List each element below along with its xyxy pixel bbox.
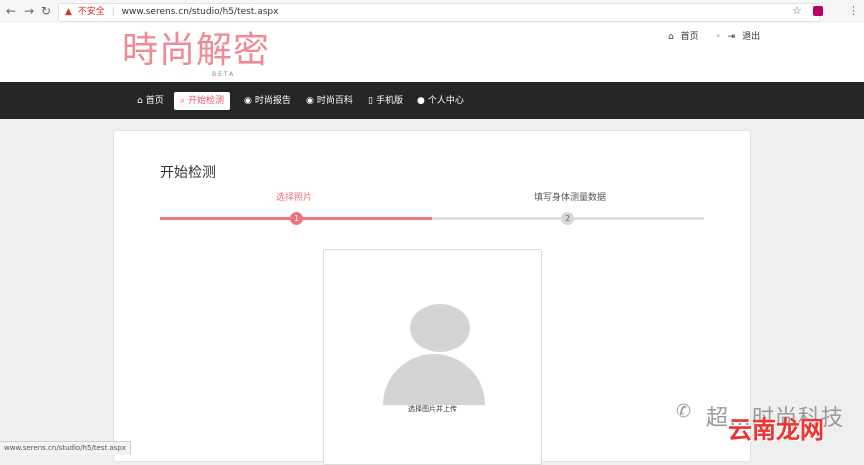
nav-item-fashion-report[interactable]: ◉ 时尚报告	[244, 93, 291, 110]
back-icon[interactable]: ←	[6, 4, 16, 18]
reload-icon[interactable]: ↻	[41, 4, 51, 18]
step-2-indicator: 2	[561, 212, 574, 225]
search-icon: ⌕	[180, 96, 186, 106]
step-2-label: 填写身体测量数据	[534, 193, 607, 203]
nav-item-label: 时尚百科	[316, 96, 353, 106]
home-link[interactable]: ⌂ 首页	[668, 29, 703, 42]
nav-item-label: 首页	[145, 96, 164, 106]
step-1-indicator: 1	[290, 212, 303, 225]
home-icon: ⌂	[668, 32, 674, 42]
main-nav: ⌂ 首页 ⌕ 开始检测 ◉ 时尚报告 ◉ 时尚百科 ▯ 手机版 ● 个人中心	[0, 82, 864, 119]
user-icon: ●	[417, 96, 425, 106]
extension-icon[interactable]	[813, 6, 823, 16]
watermark-overlay: 云南龙网	[728, 416, 824, 444]
logo-beta-label: BETA	[212, 71, 236, 78]
logout-icon: ⇥	[727, 32, 736, 42]
step-1-label: 选择照片	[276, 193, 313, 203]
avatar-placeholder-body	[383, 354, 485, 405]
avatar-placeholder-icon	[410, 304, 470, 352]
photo-upload-area[interactable]: 选择图片并上传	[323, 249, 542, 465]
omnibox-divider: |	[111, 7, 115, 17]
site-header: 時尚解密 BETA ⌂ 首页 • ⇥ 退出	[0, 23, 864, 82]
main-card: 开始检测 选择照片 填写身体测量数据 1 2 选择图片并上传	[113, 130, 751, 465]
home-link-label: 首页	[680, 32, 699, 42]
site-logo[interactable]: 時尚解密	[122, 30, 270, 72]
nav-item-label: 开始检测	[188, 96, 225, 106]
browser-status-bar: www.serens.cn/studio/h5/test.aspx	[0, 441, 131, 455]
nav-item-label: 手机版	[375, 96, 403, 106]
mobile-icon: ▯	[368, 96, 373, 106]
address-bar[interactable]: ▲ 不安全 | www.serens.cn/studio/h5/test.asp…	[58, 3, 820, 22]
circle-play-icon: ◉	[244, 96, 252, 106]
top-links: ⌂ 首页 • ⇥ 退出	[668, 29, 768, 42]
nav-item-label: 时尚报告	[254, 96, 291, 106]
nav-item-home[interactable]: ⌂ 首页	[137, 93, 164, 110]
nav-item-profile[interactable]: ● 个人中心	[417, 93, 464, 110]
home-icon: ⌂	[137, 96, 143, 106]
nav-item-label: 个人中心	[427, 96, 464, 106]
link-separator: •	[715, 32, 721, 42]
forward-icon[interactable]: →	[24, 4, 34, 18]
nav-item-start-test[interactable]: ⌕ 开始检测	[174, 92, 231, 110]
logout-link-label: 退出	[742, 32, 761, 42]
logout-link[interactable]: ⇥ 退出	[728, 29, 764, 42]
wechat-icon: ✆	[676, 401, 692, 422]
browser-toolbar: ← → ↻ ▲ 不安全 | www.serens.cn/studio/h5/te…	[0, 0, 864, 24]
nav-item-mobile[interactable]: ▯ 手机版	[368, 93, 403, 110]
security-warning-label[interactable]: 不安全	[75, 7, 105, 17]
url-text[interactable]: www.serens.cn/studio/h5/test.aspx	[122, 7, 279, 17]
circle-play-icon: ◉	[306, 96, 314, 106]
warning-icon[interactable]: ▲	[59, 7, 72, 17]
upload-label[interactable]: 选择图片并上传	[324, 404, 541, 414]
page-title: 开始检测	[160, 165, 216, 181]
bookmark-star-icon[interactable]: ☆	[792, 4, 802, 18]
nav-item-fashion-encyclopedia[interactable]: ◉ 时尚百科	[306, 93, 353, 110]
browser-menu-icon[interactable]: ⋮	[848, 4, 859, 18]
